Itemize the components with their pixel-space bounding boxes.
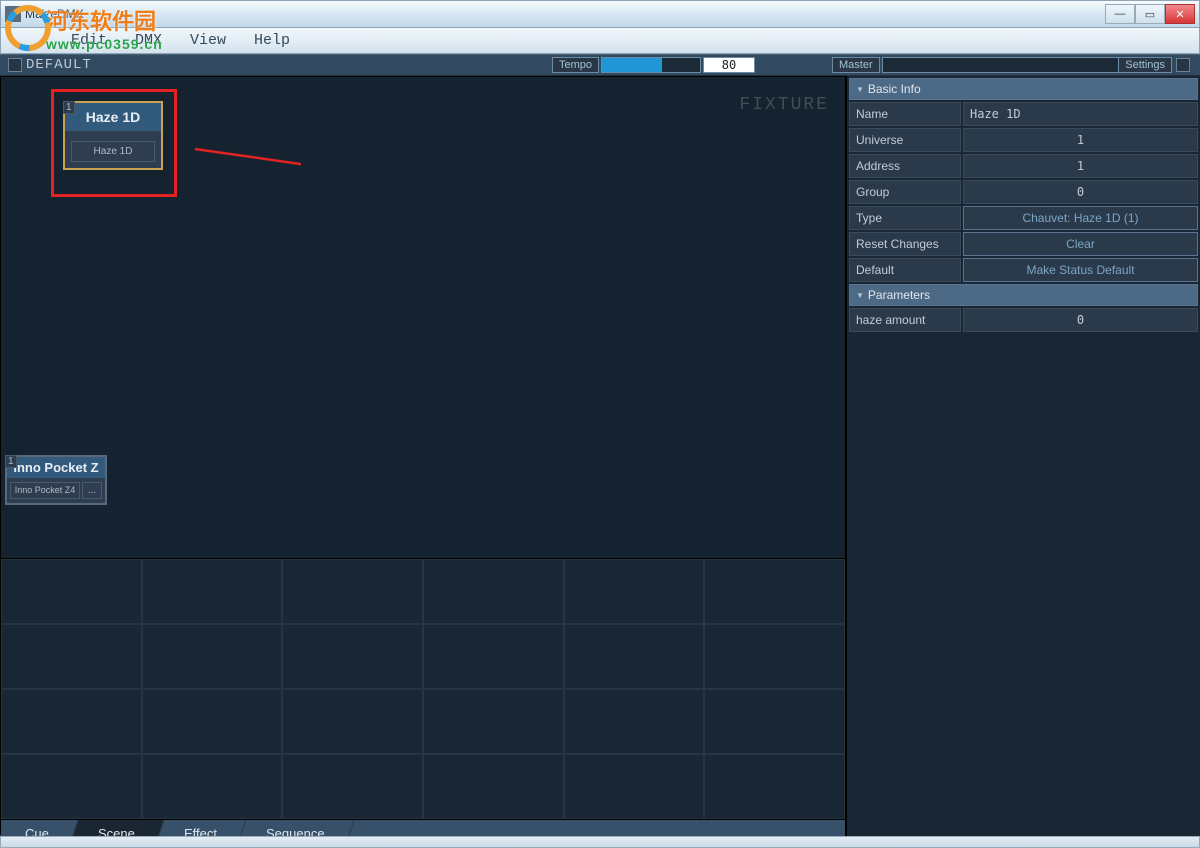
maximize-button[interactable]: ▭ xyxy=(1135,4,1165,24)
prop-name-value[interactable]: Haze 1D xyxy=(963,102,1198,126)
prop-address-value[interactable]: 1 xyxy=(963,154,1198,178)
prop-universe-label: Universe xyxy=(849,128,961,152)
timeline-grid[interactable] xyxy=(1,559,845,819)
fixture-tile-sub[interactable]: Inno Pocket Z4 xyxy=(10,482,80,499)
prop-reset-label: Reset Changes xyxy=(849,232,961,256)
tempo-value[interactable]: 80 xyxy=(703,57,755,73)
toolbar: DEFAULT Tempo 80 Master Settings xyxy=(0,54,1200,76)
prop-universe-value[interactable]: 1 xyxy=(963,128,1198,152)
menu-help[interactable]: Help xyxy=(254,32,290,49)
title-bar: MaizeDMX — ▭ ✕ xyxy=(0,0,1200,28)
main-area: FIXTURE 1 Haze 1D Haze 1D 1 Inno Pocket … xyxy=(0,76,846,848)
close-button[interactable]: ✕ xyxy=(1165,4,1195,24)
fixture-tile-title: Inno Pocket Z xyxy=(7,457,105,478)
prop-group-label: Group xyxy=(849,180,961,204)
prop-type-button[interactable]: Chauvet: Haze 1D (1) xyxy=(963,206,1198,230)
menu-view[interactable]: View xyxy=(190,32,226,49)
clear-button[interactable]: Clear xyxy=(963,232,1198,256)
fixture-tile-haze[interactable]: 1 Haze 1D Haze 1D xyxy=(63,101,163,170)
app-icon xyxy=(5,6,21,22)
status-bar xyxy=(0,836,1200,848)
prop-address-label: Address xyxy=(849,154,961,178)
parameters-title: Parameters xyxy=(868,288,930,302)
menu-dmx[interactable]: DMX xyxy=(135,32,162,49)
canvas-watermark: FIXTURE xyxy=(739,95,829,115)
basic-info-title: Basic Info xyxy=(868,82,921,96)
window-title: MaizeDMX xyxy=(25,7,84,21)
menu-edit[interactable]: Edit xyxy=(71,32,107,49)
properties-panel: ▼ Basic Info Name Haze 1D Universe 1 Add… xyxy=(846,76,1200,848)
master-label[interactable]: Master xyxy=(832,57,880,73)
project-checkbox[interactable] xyxy=(8,58,22,72)
project-name: DEFAULT xyxy=(26,57,92,73)
param-haze-label: haze amount xyxy=(849,308,961,332)
prop-name-label: Name xyxy=(849,102,961,126)
parameters-header[interactable]: ▼ Parameters xyxy=(849,284,1198,306)
fixture-tile-inno[interactable]: 1 Inno Pocket Z Inno Pocket Z4 ... xyxy=(5,455,107,505)
make-default-button[interactable]: Make Status Default xyxy=(963,258,1198,282)
prop-group-value[interactable]: 0 xyxy=(963,180,1198,204)
prop-type-label: Type xyxy=(849,206,961,230)
param-haze-value[interactable]: 0 xyxy=(963,308,1198,332)
prop-default-label: Default xyxy=(849,258,961,282)
collapse-icon: ▼ xyxy=(856,291,864,300)
tempo-slider[interactable] xyxy=(601,57,701,73)
fixture-tile-more[interactable]: ... xyxy=(82,482,102,499)
fixture-corner-index: 1 xyxy=(5,455,17,468)
fixture-canvas[interactable]: FIXTURE 1 Haze 1D Haze 1D 1 Inno Pocket … xyxy=(1,77,845,559)
fixture-tile-sub[interactable]: Haze 1D xyxy=(71,141,155,162)
minimize-button[interactable]: — xyxy=(1105,4,1135,24)
collapse-icon: ▼ xyxy=(856,85,864,94)
basic-info-header[interactable]: ▼ Basic Info xyxy=(849,78,1198,100)
fixture-tile-title: Haze 1D xyxy=(65,103,161,131)
fixture-corner-index: 1 xyxy=(63,101,75,114)
settings-button[interactable]: Settings xyxy=(1118,57,1172,73)
settings-checkbox[interactable] xyxy=(1176,58,1190,72)
tempo-label[interactable]: Tempo xyxy=(552,57,599,73)
menu-bar: Edit DMX View Help xyxy=(0,28,1200,54)
